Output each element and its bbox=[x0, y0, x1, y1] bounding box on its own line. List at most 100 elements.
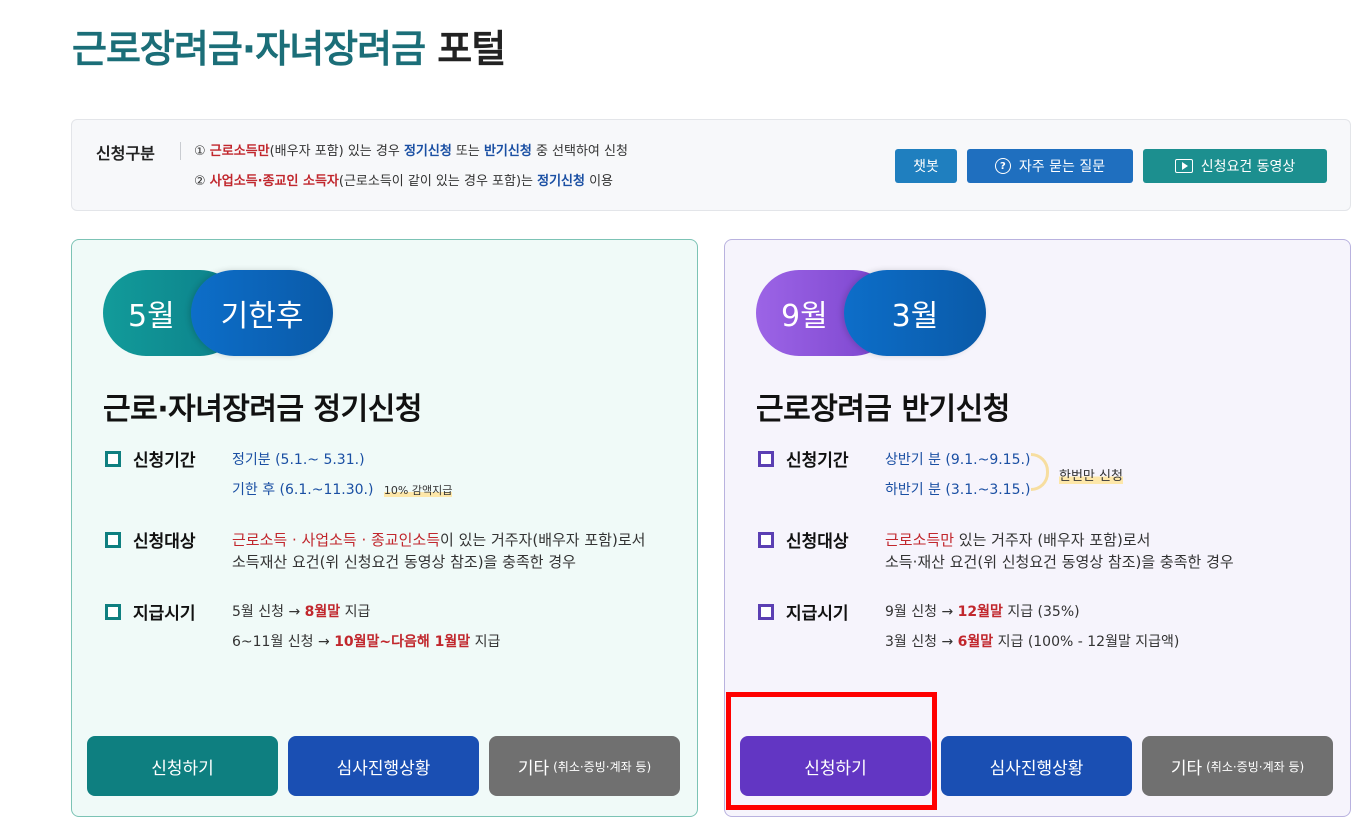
pay1-text-b: 지급 bbox=[340, 604, 371, 620]
requirements-video-button[interactable]: 신청요건 동영상 bbox=[1143, 149, 1327, 183]
faq-label: 자주 묻는 질문 bbox=[1018, 159, 1106, 175]
notice-line-2-regular: 정기신청 bbox=[537, 174, 585, 189]
notice-line-1-num: ① bbox=[194, 144, 206, 159]
half-period-label: 신청기간 bbox=[758, 446, 849, 471]
half-year-application-card: 9월 3월 근로장려금 반기신청 신청기간 상반기 분 (9.1.~9.15.)… bbox=[724, 239, 1351, 817]
notice-label: 신청구분 bbox=[96, 144, 155, 163]
pay2-text-b: 지급 (100% - 12월말 지급액) bbox=[993, 634, 1180, 650]
notice-line-1-regular: 정기신청 bbox=[403, 144, 452, 159]
target-label-text: 신청대상 bbox=[786, 532, 849, 552]
page-title: 근로장려금·자녀장려금 포털 bbox=[72, 18, 506, 73]
pay1-text-a: 9월 신청 → bbox=[885, 604, 958, 620]
apply-label: 신청하기 bbox=[151, 758, 214, 779]
square-bullet-icon bbox=[758, 450, 778, 471]
regular-target-label: 신청대상 bbox=[105, 527, 196, 552]
half-target-label: 신청대상 bbox=[758, 527, 849, 552]
etc-sub-label: (취소·증빙·계좌 등) bbox=[553, 759, 652, 774]
notice-line-1: ① 근로소득만(배우자 포함) 있는 경우 정기신청 또는 반기신청 중 선택하… bbox=[194, 140, 628, 159]
faq-button[interactable]: ? 자주 묻는 질문 bbox=[967, 149, 1133, 183]
regular-payment-line-2: 6~11월 신청 → 10월말~다음해 1월말 지급 bbox=[232, 631, 500, 651]
regular-payment-line-1: 5월 신청 → 8월말 지급 bbox=[232, 601, 370, 621]
notice-line-2: ② 사업소득·종교인 소득자(근로소득이 같이 있는 경우 포함)는 정기신청 … bbox=[194, 170, 613, 189]
notice-divider bbox=[180, 142, 181, 160]
notice-line-1-red: 근로소득만 bbox=[209, 144, 270, 159]
pay2-date: 10월말~다음해 1월말 bbox=[334, 634, 471, 650]
square-bullet-icon bbox=[105, 531, 125, 552]
pay2-text-b: 지급 bbox=[470, 634, 501, 650]
bracket-decoration bbox=[1031, 453, 1049, 491]
notice-line-2-red: 사업소득·종교인 소득자 bbox=[209, 174, 339, 189]
regular-target-line-2: 소득재산 요건(위 신청요건 동영상 참조)을 충족한 경우 bbox=[232, 553, 576, 571]
chatbot-button[interactable]: 챗봇 bbox=[895, 149, 957, 183]
etc-label: 기타 bbox=[1170, 758, 1203, 779]
etc-sub-label: (취소·증빙·계좌 등) bbox=[1206, 759, 1305, 774]
notice-line-1-half: 반기신청 bbox=[483, 144, 532, 159]
regular-status-button[interactable]: 심사진행상황 bbox=[288, 736, 479, 796]
apply-once-note: 한번만 신청 bbox=[1059, 465, 1123, 484]
pill-march: 3월 bbox=[844, 270, 986, 356]
target-text: 이 있는 거주자(배우자 포함)로서 bbox=[440, 531, 646, 549]
target-income-type: 근로소득만 bbox=[885, 531, 955, 549]
regular-etc-button[interactable]: 기타 (취소·증빙·계좌 등) bbox=[489, 736, 680, 796]
regular-period-line-1: 정기분 (5.1.~ 5.31.) bbox=[232, 449, 365, 469]
target-label-text: 신청대상 bbox=[133, 532, 196, 552]
first-half-period: 상반기 분 (9.1.~9.15.) bbox=[885, 452, 1031, 468]
regular-apply-button[interactable]: 신청하기 bbox=[87, 736, 278, 796]
apply-label: 신청하기 bbox=[804, 758, 867, 779]
pay2-date: 6월말 bbox=[957, 634, 994, 650]
notice-line-1-text-b: 또는 bbox=[451, 144, 484, 159]
period-label-text: 신청기간 bbox=[133, 451, 196, 471]
notice-line-2-text-b: 이용 bbox=[584, 174, 614, 189]
notice-line-1-text-a: (배우자 포함) 있는 경우 bbox=[269, 144, 404, 159]
status-label: 심사진행상황 bbox=[989, 758, 1084, 779]
video-label: 신청요건 동영상 bbox=[1200, 159, 1296, 175]
notice-line-2-num: ② bbox=[194, 174, 206, 189]
pill-late: 기한후 bbox=[191, 270, 333, 356]
pay1-text-a: 5월 신청 → bbox=[232, 604, 305, 620]
half-apply-button[interactable]: 신청하기 bbox=[740, 736, 931, 796]
half-etc-button[interactable]: 기타 (취소·증빙·계좌 등) bbox=[1142, 736, 1333, 796]
square-bullet-icon bbox=[758, 603, 778, 624]
half-period-line-1: 상반기 분 (9.1.~9.15.) bbox=[885, 449, 1030, 469]
question-icon: ? bbox=[994, 158, 1011, 174]
second-half-period: 하반기 분 (3.1.~3.15.) bbox=[885, 482, 1031, 498]
pay2-text-a: 6~11월 신청 → bbox=[232, 634, 335, 650]
target-income-types: 근로소득 · 사업소득 · 종교인소득 bbox=[232, 531, 441, 549]
regular-card-title: 근로·자녀장려금 정기신청 bbox=[103, 392, 422, 427]
pay2-text-a: 3월 신청 → bbox=[885, 634, 958, 650]
square-bullet-icon bbox=[758, 531, 778, 552]
regular-period-line-2: 기한 후 (6.1.~11.30.) 10% 감액지급 bbox=[232, 479, 453, 499]
notice-line-1-text-c: 중 선택하여 신청 bbox=[531, 144, 628, 159]
page-title-main: 근로장려금·자녀장려금 bbox=[72, 27, 426, 71]
reduced-payment-note: 10% 감액지급 bbox=[383, 484, 453, 497]
regular-month-pill: 5월 기한후 bbox=[103, 270, 333, 356]
half-payment-label: 지급시기 bbox=[758, 599, 849, 624]
period-late-text: 기한 후 (6.1.~11.30.) bbox=[232, 482, 374, 498]
square-bullet-icon bbox=[105, 450, 125, 471]
payment-label-text: 지급시기 bbox=[786, 604, 849, 624]
half-status-button[interactable]: 심사진행상황 bbox=[941, 736, 1132, 796]
half-period-line-2: 하반기 분 (3.1.~3.15.) bbox=[885, 479, 1030, 499]
payment-label-text: 지급시기 bbox=[133, 604, 196, 624]
status-label: 심사진행상황 bbox=[336, 758, 431, 779]
etc-label: 기타 bbox=[517, 758, 550, 779]
period-label-text: 신청기간 bbox=[786, 451, 849, 471]
notice-line-2-text-a: (근로소득이 같이 있는 경우 포함)는 bbox=[338, 174, 538, 189]
pay1-date: 8월말 bbox=[304, 604, 341, 620]
regular-application-card: 5월 기한후 근로·자녀장려금 정기신청 신청기간 정기분 (5.1.~ 5.3… bbox=[71, 239, 698, 817]
chatbot-label: 챗봇 bbox=[913, 159, 939, 175]
half-payment-line-1: 9월 신청 → 12월말 지급 (35%) bbox=[885, 601, 1080, 621]
half-target-line-2: 소득·재산 요건(위 신청요건 동영상 참조)을 충족한 경우 bbox=[885, 553, 1234, 571]
play-icon bbox=[1174, 159, 1193, 173]
period-regular-text: 정기분 (5.1.~ 5.31.) bbox=[232, 452, 365, 468]
half-month-pill: 9월 3월 bbox=[756, 270, 986, 356]
regular-target-line-1: 근로소득 · 사업소득 · 종교인소득이 있는 거주자(배우자 포함)로서 bbox=[232, 529, 645, 550]
regular-period-label: 신청기간 bbox=[105, 446, 196, 471]
pay1-text-b: 지급 (35%) bbox=[1002, 604, 1080, 620]
square-bullet-icon bbox=[105, 603, 125, 624]
application-type-notice: 신청구분 ① 근로소득만(배우자 포함) 있는 경우 정기신청 또는 반기신청 … bbox=[71, 119, 1351, 211]
page-title-suffix: 포털 bbox=[425, 27, 506, 71]
regular-payment-label: 지급시기 bbox=[105, 599, 196, 624]
half-target-line-1: 근로소득만 있는 거주자 (배우자 포함)로서 bbox=[885, 529, 1150, 550]
target-text: 있는 거주자 (배우자 포함)로서 bbox=[954, 531, 1151, 549]
